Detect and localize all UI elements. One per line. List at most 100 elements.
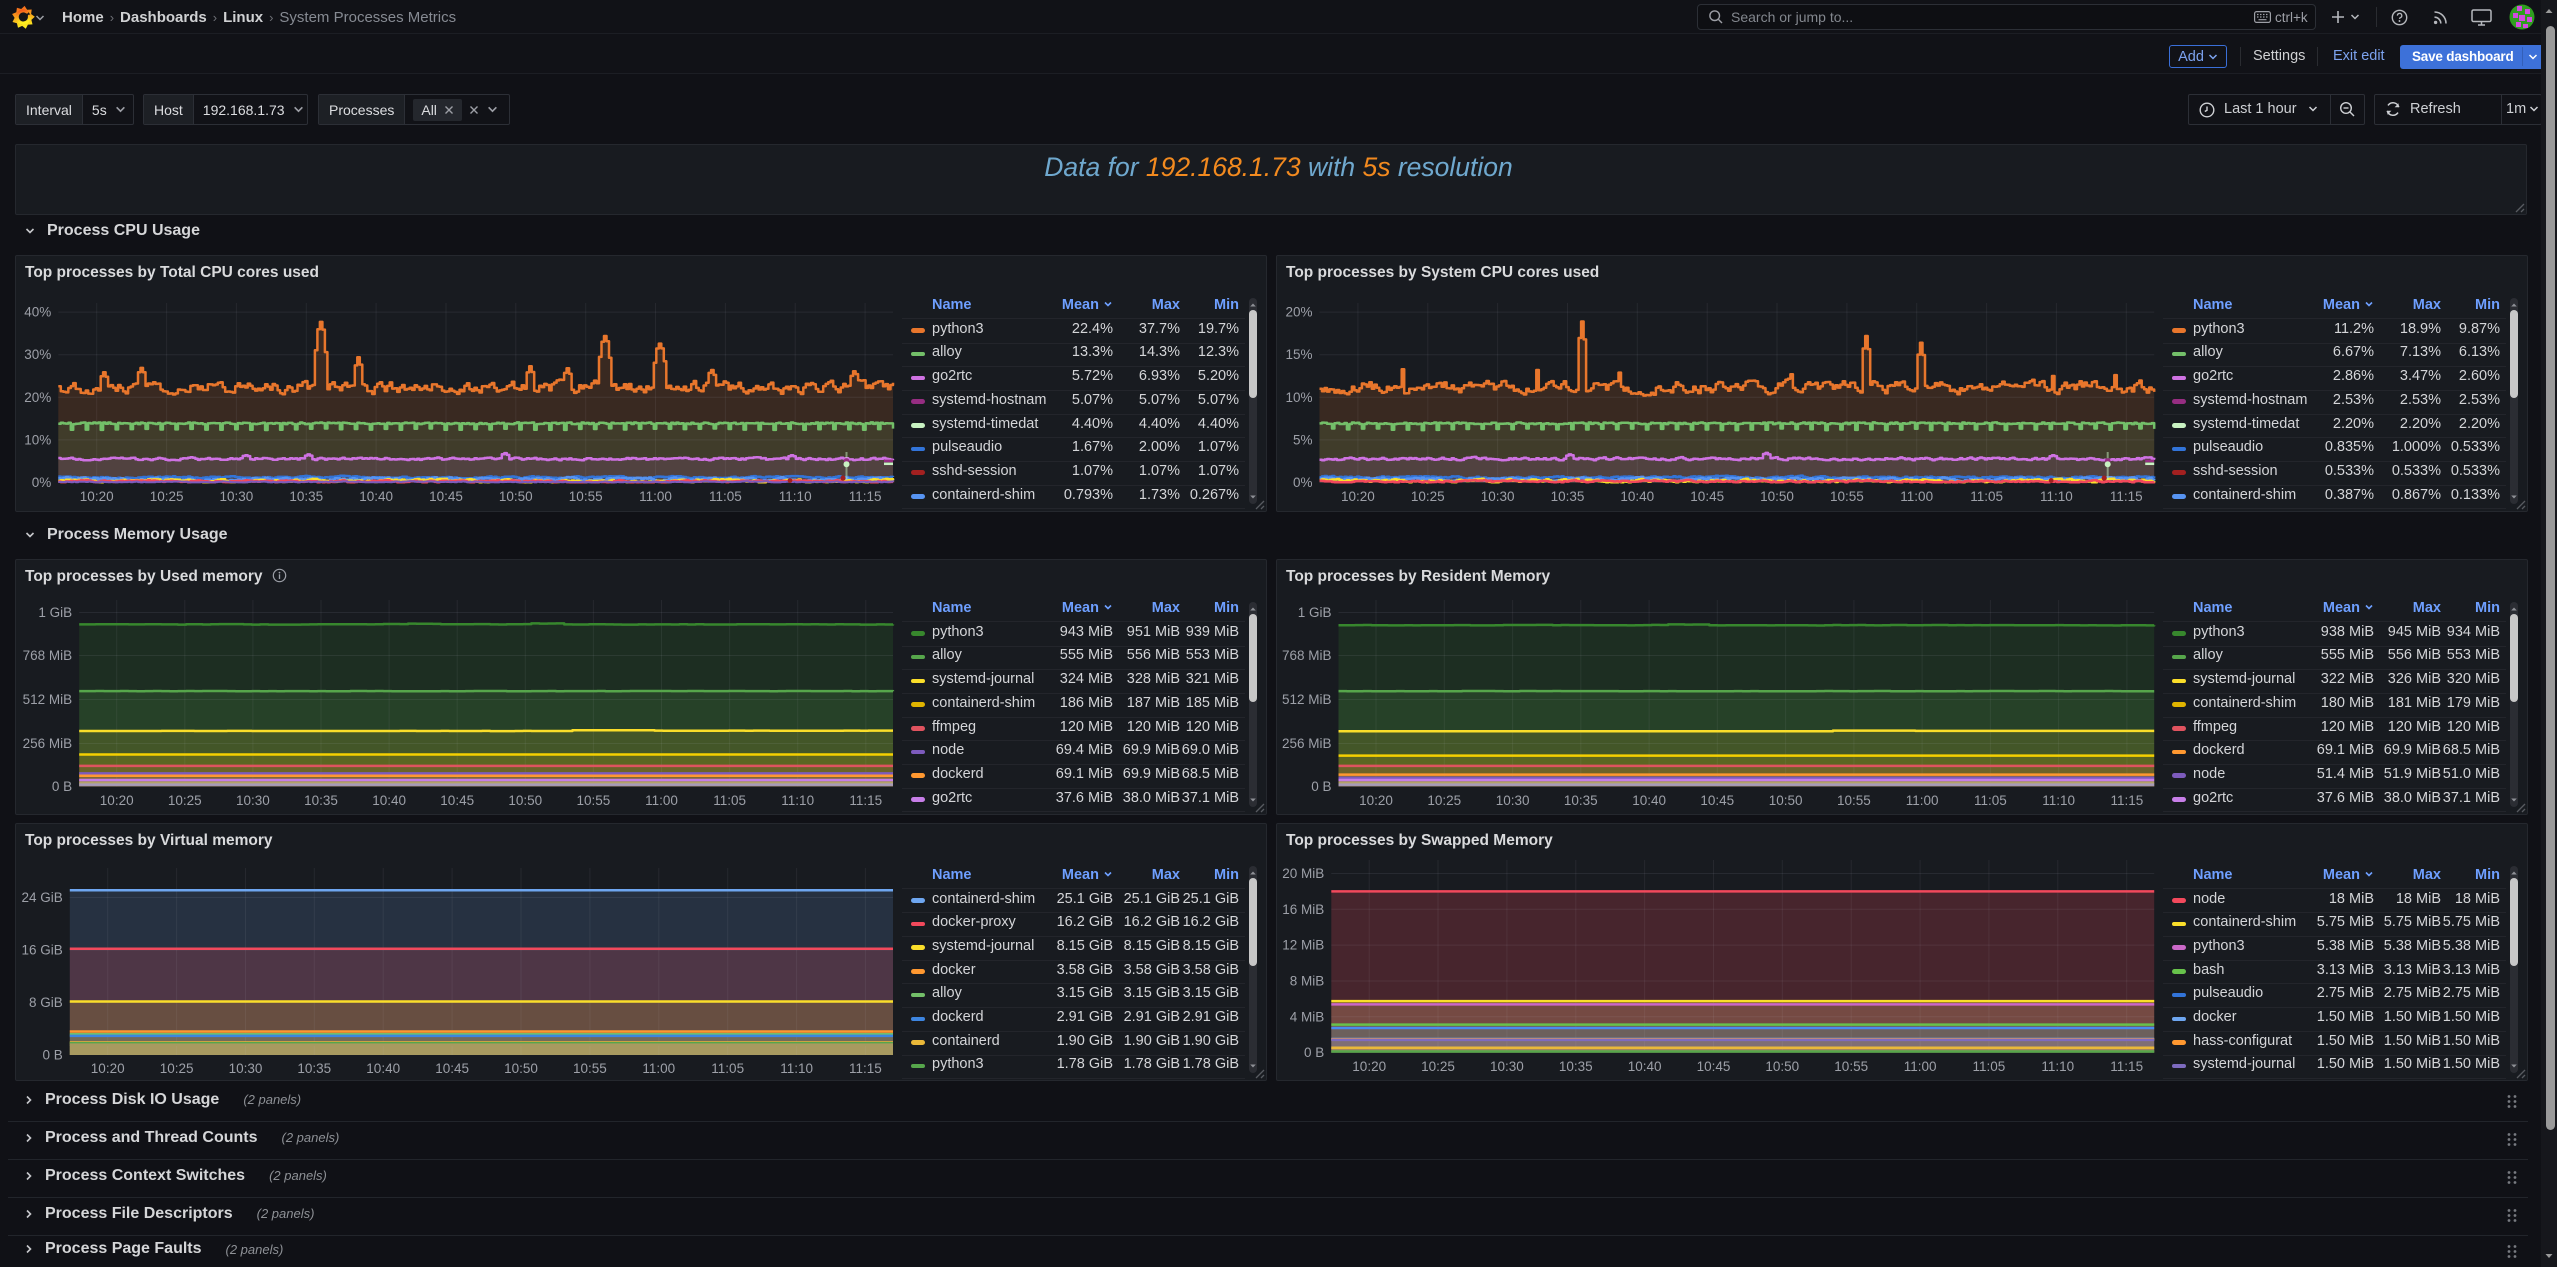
svg-text:11:10: 11:10	[2041, 1059, 2074, 1074]
svg-text:512 MiB: 512 MiB	[23, 692, 73, 707]
svg-text:10:40: 10:40	[359, 489, 393, 504]
svg-text:11:00: 11:00	[1900, 489, 1933, 504]
svg-text:11:00: 11:00	[639, 489, 672, 504]
svg-text:10:45: 10:45	[435, 1061, 469, 1076]
svg-text:20 MiB: 20 MiB	[1282, 866, 1324, 881]
svg-text:0%: 0%	[32, 475, 52, 490]
svg-text:256 MiB: 256 MiB	[1282, 736, 1332, 751]
svg-text:11:00: 11:00	[645, 793, 678, 808]
svg-text:11:05: 11:05	[1974, 793, 2007, 808]
svg-text:8 GiB: 8 GiB	[29, 995, 63, 1010]
svg-text:20%: 20%	[24, 390, 51, 405]
svg-text:10:50: 10:50	[1765, 1059, 1799, 1074]
svg-text:10:40: 10:40	[1620, 489, 1654, 504]
svg-text:11:15: 11:15	[2110, 1059, 2143, 1074]
svg-text:10:30: 10:30	[1496, 793, 1530, 808]
svg-text:16 MiB: 16 MiB	[1282, 902, 1324, 917]
svg-text:10:20: 10:20	[1341, 489, 1375, 504]
svg-text:10:35: 10:35	[1551, 489, 1585, 504]
svg-text:256 MiB: 256 MiB	[23, 736, 73, 751]
svg-text:10:50: 10:50	[1769, 793, 1803, 808]
svg-text:10:40: 10:40	[366, 1061, 400, 1076]
svg-text:10:30: 10:30	[236, 793, 270, 808]
svg-text:10:20: 10:20	[80, 489, 114, 504]
svg-text:10:45: 10:45	[1700, 793, 1734, 808]
svg-text:11:10: 11:10	[779, 489, 812, 504]
svg-text:10:30: 10:30	[1481, 489, 1515, 504]
svg-text:10:30: 10:30	[220, 489, 254, 504]
svg-text:10:35: 10:35	[1564, 793, 1598, 808]
svg-text:10:25: 10:25	[168, 793, 202, 808]
svg-text:10:55: 10:55	[1837, 793, 1871, 808]
svg-text:768 MiB: 768 MiB	[23, 648, 73, 663]
svg-text:0%: 0%	[1293, 475, 1313, 490]
svg-text:11:15: 11:15	[849, 1061, 882, 1076]
svg-text:512 MiB: 512 MiB	[1282, 692, 1332, 707]
svg-text:11:15: 11:15	[849, 489, 882, 504]
svg-text:10:35: 10:35	[304, 793, 338, 808]
svg-text:4 MiB: 4 MiB	[1290, 1009, 1325, 1024]
svg-text:10:40: 10:40	[1628, 1059, 1662, 1074]
svg-text:12 MiB: 12 MiB	[1282, 938, 1324, 953]
svg-text:10:35: 10:35	[297, 1061, 331, 1076]
svg-text:11:15: 11:15	[2110, 489, 2143, 504]
svg-text:10:35: 10:35	[1559, 1059, 1593, 1074]
svg-text:10:40: 10:40	[372, 793, 406, 808]
svg-text:11:15: 11:15	[849, 793, 882, 808]
svg-text:10:20: 10:20	[100, 793, 134, 808]
svg-text:768 MiB: 768 MiB	[1282, 648, 1332, 663]
svg-text:0 B: 0 B	[52, 779, 72, 794]
svg-text:10:45: 10:45	[1690, 489, 1724, 504]
svg-text:11:05: 11:05	[713, 793, 746, 808]
svg-text:11:00: 11:00	[642, 1061, 675, 1076]
svg-text:1 GiB: 1 GiB	[1298, 605, 1332, 620]
svg-text:30%: 30%	[24, 347, 51, 362]
svg-text:10:50: 10:50	[508, 793, 542, 808]
svg-text:10:20: 10:20	[91, 1061, 125, 1076]
svg-text:10:50: 10:50	[1760, 489, 1794, 504]
svg-text:10:55: 10:55	[569, 489, 603, 504]
svg-text:10:50: 10:50	[499, 489, 533, 504]
svg-text:10:55: 10:55	[1830, 489, 1864, 504]
svg-text:10:25: 10:25	[1427, 793, 1461, 808]
svg-text:11:15: 11:15	[2111, 793, 2144, 808]
svg-text:10:45: 10:45	[1697, 1059, 1731, 1074]
svg-text:8 MiB: 8 MiB	[1290, 974, 1325, 989]
svg-text:10:35: 10:35	[289, 489, 323, 504]
svg-text:10:45: 10:45	[440, 793, 474, 808]
svg-text:10:30: 10:30	[229, 1061, 263, 1076]
svg-text:11:05: 11:05	[709, 489, 742, 504]
svg-text:10:20: 10:20	[1352, 1059, 1386, 1074]
svg-text:10:45: 10:45	[429, 489, 463, 504]
svg-text:0 B: 0 B	[43, 1048, 63, 1063]
svg-text:10:25: 10:25	[150, 489, 184, 504]
svg-text:11:10: 11:10	[781, 793, 814, 808]
svg-text:10:25: 10:25	[1421, 1059, 1455, 1074]
svg-text:10:25: 10:25	[1411, 489, 1445, 504]
svg-text:11:05: 11:05	[1970, 489, 2003, 504]
svg-text:16 GiB: 16 GiB	[22, 943, 63, 958]
svg-text:11:05: 11:05	[1973, 1059, 2006, 1074]
svg-text:0 B: 0 B	[1311, 779, 1331, 794]
svg-text:10:40: 10:40	[1632, 793, 1666, 808]
svg-text:5%: 5%	[1293, 432, 1313, 447]
svg-text:11:10: 11:10	[2042, 793, 2075, 808]
svg-text:11:05: 11:05	[711, 1061, 744, 1076]
svg-text:15%: 15%	[1285, 347, 1312, 362]
svg-text:10:20: 10:20	[1359, 793, 1393, 808]
svg-text:11:10: 11:10	[2040, 489, 2073, 504]
svg-text:10:50: 10:50	[504, 1061, 538, 1076]
svg-text:10:30: 10:30	[1490, 1059, 1524, 1074]
svg-text:11:00: 11:00	[1904, 1059, 1937, 1074]
svg-text:1 GiB: 1 GiB	[38, 605, 72, 620]
svg-text:24 GiB: 24 GiB	[22, 890, 63, 905]
svg-text:10%: 10%	[1285, 390, 1312, 405]
svg-text:40%: 40%	[24, 305, 51, 320]
svg-text:11:00: 11:00	[1906, 793, 1939, 808]
svg-text:10%: 10%	[24, 432, 51, 447]
svg-text:20%: 20%	[1285, 305, 1312, 320]
svg-text:11:10: 11:10	[780, 1061, 813, 1076]
svg-text:10:55: 10:55	[573, 1061, 607, 1076]
svg-text:10:55: 10:55	[577, 793, 611, 808]
svg-text:10:55: 10:55	[1834, 1059, 1868, 1074]
